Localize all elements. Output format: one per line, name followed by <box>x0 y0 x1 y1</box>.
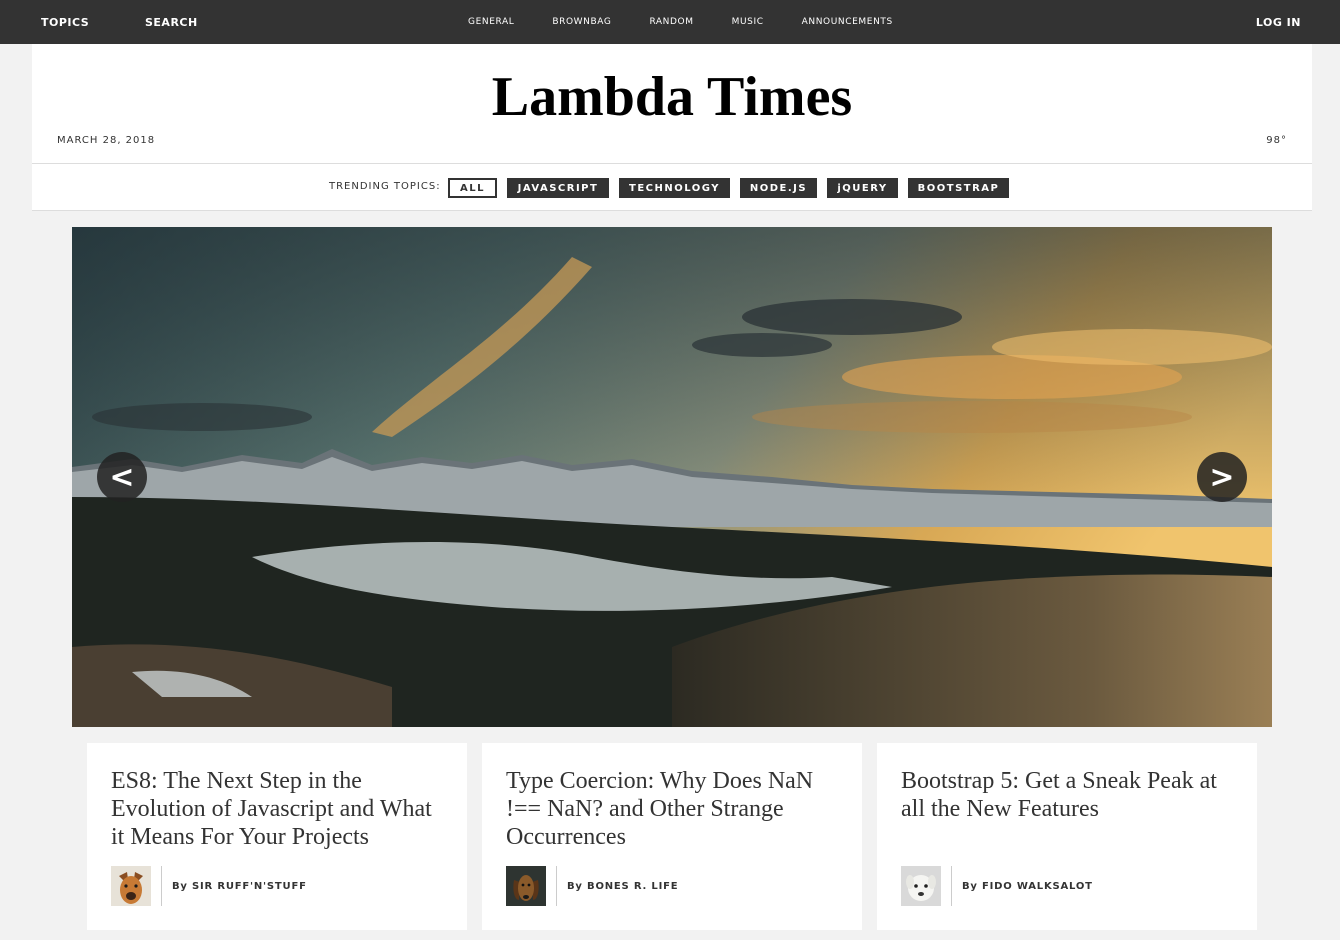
tab-jquery[interactable]: jQUERY <box>827 178 898 198</box>
trending-topics-bar: TRENDING TOPICS: ALL JAVASCRIPT TECHNOLO… <box>32 164 1312 211</box>
top-bar: TOPICS SEARCH GENERAL BROWNBAG RANDOM MU… <box>0 0 1340 44</box>
article-headline[interactable]: Bootstrap 5: Get a Sneak Peak at all the… <box>901 767 1241 823</box>
article-card[interactable]: Type Coercion: Why Does NaN !== NaN? and… <box>482 743 862 930</box>
main-nav: GENERAL BROWNBAG RANDOM MUSIC ANNOUNCEME… <box>468 0 893 44</box>
header-temperature: 98° <box>1266 135 1287 146</box>
dog-avatar <box>901 866 941 906</box>
tab-technology[interactable]: TECHNOLOGY <box>619 178 730 198</box>
search-link[interactable]: SEARCH <box>145 0 198 44</box>
nav-brownbag[interactable]: BROWNBAG <box>552 17 611 27</box>
article-author: By SIR RUFF'N'STUFF <box>172 881 307 892</box>
tab-bootstrap[interactable]: BOOTSTRAP <box>908 178 1009 198</box>
dog-avatar <box>506 866 546 906</box>
byline-divider <box>556 866 557 906</box>
article-author: By FIDO WALKSALOT <box>962 881 1093 892</box>
nav-general[interactable]: GENERAL <box>468 17 514 27</box>
header-date: MARCH 28, 2018 <box>57 135 156 146</box>
nav-random[interactable]: RANDOM <box>649 17 693 27</box>
tab-javascript[interactable]: JAVASCRIPT <box>507 178 609 198</box>
carousel-prev-button[interactable]: < <box>97 452 147 502</box>
masthead: Lambda Times MARCH 28, 2018 98° <box>32 44 1312 164</box>
dog-avatar <box>111 866 151 906</box>
byline-divider <box>951 866 952 906</box>
tab-all[interactable]: ALL <box>448 178 497 198</box>
article-card[interactable]: ES8: The Next Step in the Evolution of J… <box>87 743 467 930</box>
carousel-next-button[interactable]: > <box>1197 452 1247 502</box>
article-headline[interactable]: Type Coercion: Why Does NaN !== NaN? and… <box>506 767 846 851</box>
image-carousel: < > <box>72 227 1272 727</box>
article-card[interactable]: Bootstrap 5: Get a Sneak Peak at all the… <box>877 743 1257 930</box>
site-title: Lambda Times <box>491 66 853 128</box>
carousel-image <box>72 227 1272 727</box>
article-headline[interactable]: ES8: The Next Step in the Evolution of J… <box>111 767 451 851</box>
byline-divider <box>161 866 162 906</box>
tab-nodejs[interactable]: NODE.JS <box>740 178 817 198</box>
nav-music[interactable]: MUSIC <box>732 17 764 27</box>
nav-announcements[interactable]: ANNOUNCEMENTS <box>802 17 893 27</box>
topics-menu-link[interactable]: TOPICS <box>41 0 89 44</box>
login-link[interactable]: LOG IN <box>1256 0 1301 44</box>
article-author: By BONES R. LIFE <box>567 881 679 892</box>
trending-topics-label: TRENDING TOPICS: <box>329 181 441 192</box>
